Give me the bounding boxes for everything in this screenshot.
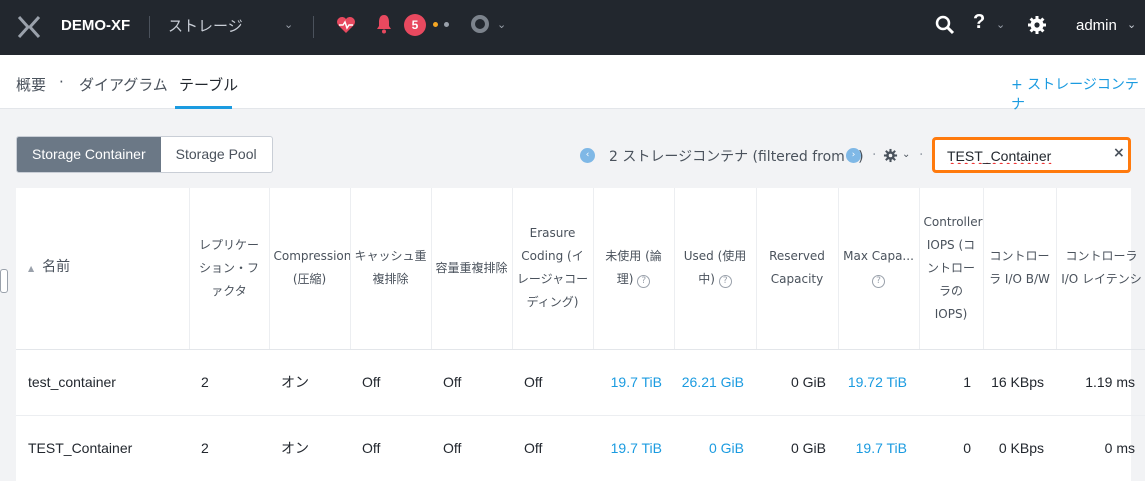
help-circle-icon[interactable]: ?	[718, 275, 732, 289]
search-icon[interactable]	[934, 14, 956, 36]
cell-controller-latency: 1.19 ms	[1056, 349, 1145, 416]
cell-cache-dedup: Off	[350, 415, 431, 481]
cell-replication-factor: 2	[189, 349, 269, 416]
column-header-erasure-coding[interactable]: Erasure Coding (イレージャコーディング)	[512, 188, 594, 350]
cell-capacity-dedup: Off	[431, 349, 512, 416]
cell-replication-factor: 2	[189, 415, 269, 481]
chevron-down-icon[interactable]: ⌄	[996, 18, 1005, 31]
column-header-cache-dedup[interactable]: キャッシュ重複排除	[350, 188, 432, 350]
sub-navigation: 概要 · ダイアグラム · テーブル + ストレージコンテナ	[0, 55, 1145, 113]
help-icon[interactable]: ?	[973, 11, 985, 34]
help-circle-icon[interactable]: ?	[637, 275, 651, 289]
cell-controller-bw: 0 KBps	[983, 415, 1056, 481]
storage-container-table: ▲ 名前 レプリケーション・ファクタ Compression (圧縮) キャッシュ…	[16, 188, 1145, 481]
cell-controller-iops: 1	[919, 349, 983, 416]
table-header-row: ▲ 名前 レプリケーション・ファクタ Compression (圧縮) キャッシュ…	[16, 188, 1145, 350]
health-heart-icon[interactable]	[335, 14, 357, 36]
storage-container-toggle[interactable]: Storage Container	[17, 137, 161, 172]
table-row[interactable]: test_container 2 オン Off Off Off 19.7 TiB…	[16, 349, 1145, 416]
user-menu[interactable]: admin	[1076, 17, 1117, 34]
table-row[interactable]: TEST_Container 2 オン Off Off Off 19.7 TiB…	[16, 415, 1145, 481]
cell-name[interactable]: TEST_Container	[16, 415, 189, 481]
cell-controller-latency: 0 ms	[1056, 415, 1145, 481]
cell-capacity-dedup: Off	[431, 415, 512, 481]
storage-pool-toggle[interactable]: Storage Pool	[161, 137, 272, 172]
previous-page-icon[interactable]: ‹	[580, 148, 595, 163]
chevron-down-icon[interactable]: ⌄	[1127, 18, 1136, 31]
cell-controller-bw: 16 KBps	[983, 349, 1056, 416]
filter-search-box: ×	[932, 137, 1131, 173]
column-header-replication-factor[interactable]: レプリケーション・ファクタ	[189, 188, 270, 350]
sort-arrow-icon[interactable]: ▲	[28, 264, 34, 273]
add-storage-container-button[interactable]: + ストレージコンテナ	[1011, 74, 1145, 114]
cell-max-capacity-link[interactable]: 19.7 TiB	[838, 415, 919, 481]
cell-compression: オン	[269, 349, 350, 416]
cell-name[interactable]: test_container	[16, 349, 189, 416]
cell-used-link[interactable]: 0 GiB	[674, 415, 756, 481]
filter-input[interactable]	[947, 145, 1107, 167]
chevron-down-icon[interactable]: ⌄	[902, 149, 910, 160]
cell-used-link[interactable]: 26.21 GiB	[674, 349, 756, 416]
cell-cache-dedup: Off	[350, 349, 431, 416]
column-header-capacity-dedup[interactable]: 容量重複排除	[431, 188, 513, 350]
cell-max-capacity-link[interactable]: 19.72 TiB	[838, 349, 919, 416]
section-dropdown[interactable]: ストレージ	[168, 15, 243, 36]
cell-reserved-capacity: 0 GiB	[756, 415, 838, 481]
cell-controller-iops: 0	[919, 415, 983, 481]
cell-free-logical-link[interactable]: 19.7 TiB	[593, 349, 674, 416]
chevron-down-icon[interactable]: ⌄	[497, 18, 506, 31]
column-header-used[interactable]: Used (使用中) ?	[674, 188, 757, 350]
column-header-free-logical[interactable]: 未使用 (論理) ?	[593, 188, 675, 350]
subnav-item-diagram[interactable]: ダイアグラム	[79, 74, 168, 95]
subnav-item-overview[interactable]: 概要	[16, 74, 46, 95]
prism-logo-icon[interactable]	[16, 14, 42, 40]
cell-reserved-capacity: 0 GiB	[756, 349, 838, 416]
cell-free-logical-link[interactable]: 19.7 TiB	[593, 415, 674, 481]
divider	[313, 16, 314, 38]
subnav-item-table[interactable]: テーブル	[179, 74, 238, 95]
active-tab-indicator	[175, 106, 232, 109]
column-header-max-capacity[interactable]: Max Capa... ?	[838, 188, 920, 350]
chevron-down-icon[interactable]: ⌄	[284, 18, 293, 31]
clear-filter-icon[interactable]: ×	[1113, 145, 1125, 161]
next-page-icon[interactable]: ›	[846, 148, 861, 163]
entity-type-toggle: Storage Container Storage Pool	[16, 136, 273, 173]
gear-icon[interactable]	[1026, 14, 1048, 36]
info-dot-icon	[444, 22, 449, 27]
column-header-controller-iops[interactable]: Controller IOPS (コントローラのIOPS)	[919, 188, 984, 350]
column-header-controller-latency[interactable]: コントローラ I/O レイテンシ	[1056, 188, 1145, 350]
resize-handle[interactable]	[0, 269, 8, 293]
separator-dot: ·	[160, 73, 165, 91]
task-status-icon[interactable]	[471, 15, 489, 33]
top-navigation-bar: DEMO-XF ストレージ ⌄ 5 ⌄ ? ⌄ admin ⌄	[0, 0, 1145, 55]
table-settings-gear-icon[interactable]	[883, 148, 898, 163]
divider	[149, 16, 150, 38]
cell-erasure-coding: Off	[512, 349, 593, 416]
warning-dot-icon	[433, 22, 438, 27]
column-header-reserved-capacity[interactable]: Reserved Capacity	[756, 188, 839, 350]
result-count: 2 ストレージコンテナ (filtered from 5)	[609, 149, 864, 165]
cell-erasure-coding: Off	[512, 415, 593, 481]
alert-count-badge[interactable]: 5	[404, 14, 426, 36]
alert-bell-icon[interactable]	[374, 13, 394, 35]
column-header-compression[interactable]: Compression (圧縮)	[269, 188, 351, 350]
separator-dot: ·	[919, 147, 924, 163]
separator-dot: ·	[872, 147, 877, 163]
column-header-name[interactable]: ▲ 名前	[16, 188, 190, 350]
separator-dot: ·	[59, 73, 64, 91]
help-circle-icon[interactable]: ?	[872, 275, 885, 289]
cell-compression: オン	[269, 415, 350, 481]
column-header-controller-bw[interactable]: コントローラ I/O B/W	[983, 188, 1057, 350]
cluster-name[interactable]: DEMO-XF	[61, 17, 130, 34]
